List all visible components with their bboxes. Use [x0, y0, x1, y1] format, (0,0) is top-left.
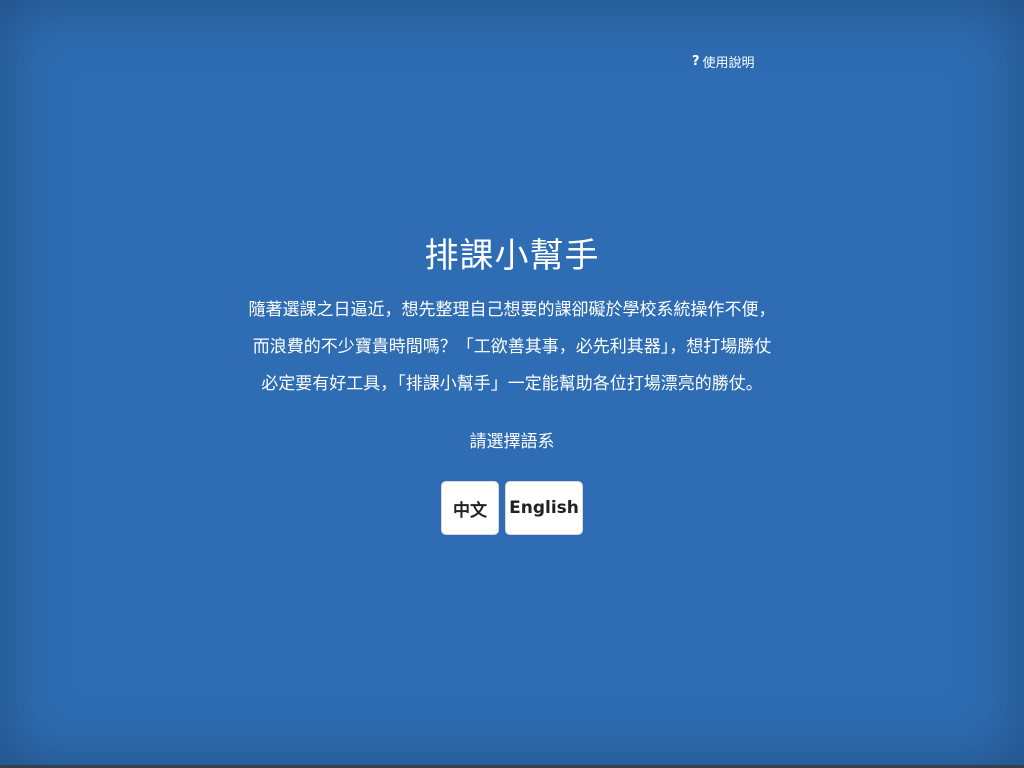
language-button-group: 中文 English	[0, 481, 1024, 535]
description-line: 必定要有好工具，「排課小幫手」一定能幫助各位打場漂亮的勝仗。	[261, 374, 763, 394]
chinese-language-button[interactable]: 中文	[441, 481, 499, 535]
help-label: 使用說明	[702, 56, 755, 71]
page-title: 排課小幫手	[424, 236, 600, 276]
english-language-button[interactable]: English	[505, 481, 583, 535]
help-link[interactable]: ? 使用說明	[692, 52, 755, 71]
intro-description: 隨著選課之日逼近，想先整理自己想要的課卻礙於學校系統操作不便， 而浪費的不少寶貴…	[232, 292, 792, 403]
language-prompt: 請選擇語系	[469, 432, 555, 452]
intro-section: 排課小幫手 隨著選課之日逼近，想先整理自己想要的課卻礙於學校系統操作不便， 而浪…	[0, 232, 1024, 535]
description-line: 而浪費的不少寶貴時間嗎？「工欲善其事，必先利其器」，想打場勝仗	[252, 337, 772, 357]
description-line: 隨著選課之日逼近，想先整理自己想要的課卻礙於學校系統操作不便，	[248, 300, 776, 320]
help-icon: ?	[692, 54, 700, 69]
